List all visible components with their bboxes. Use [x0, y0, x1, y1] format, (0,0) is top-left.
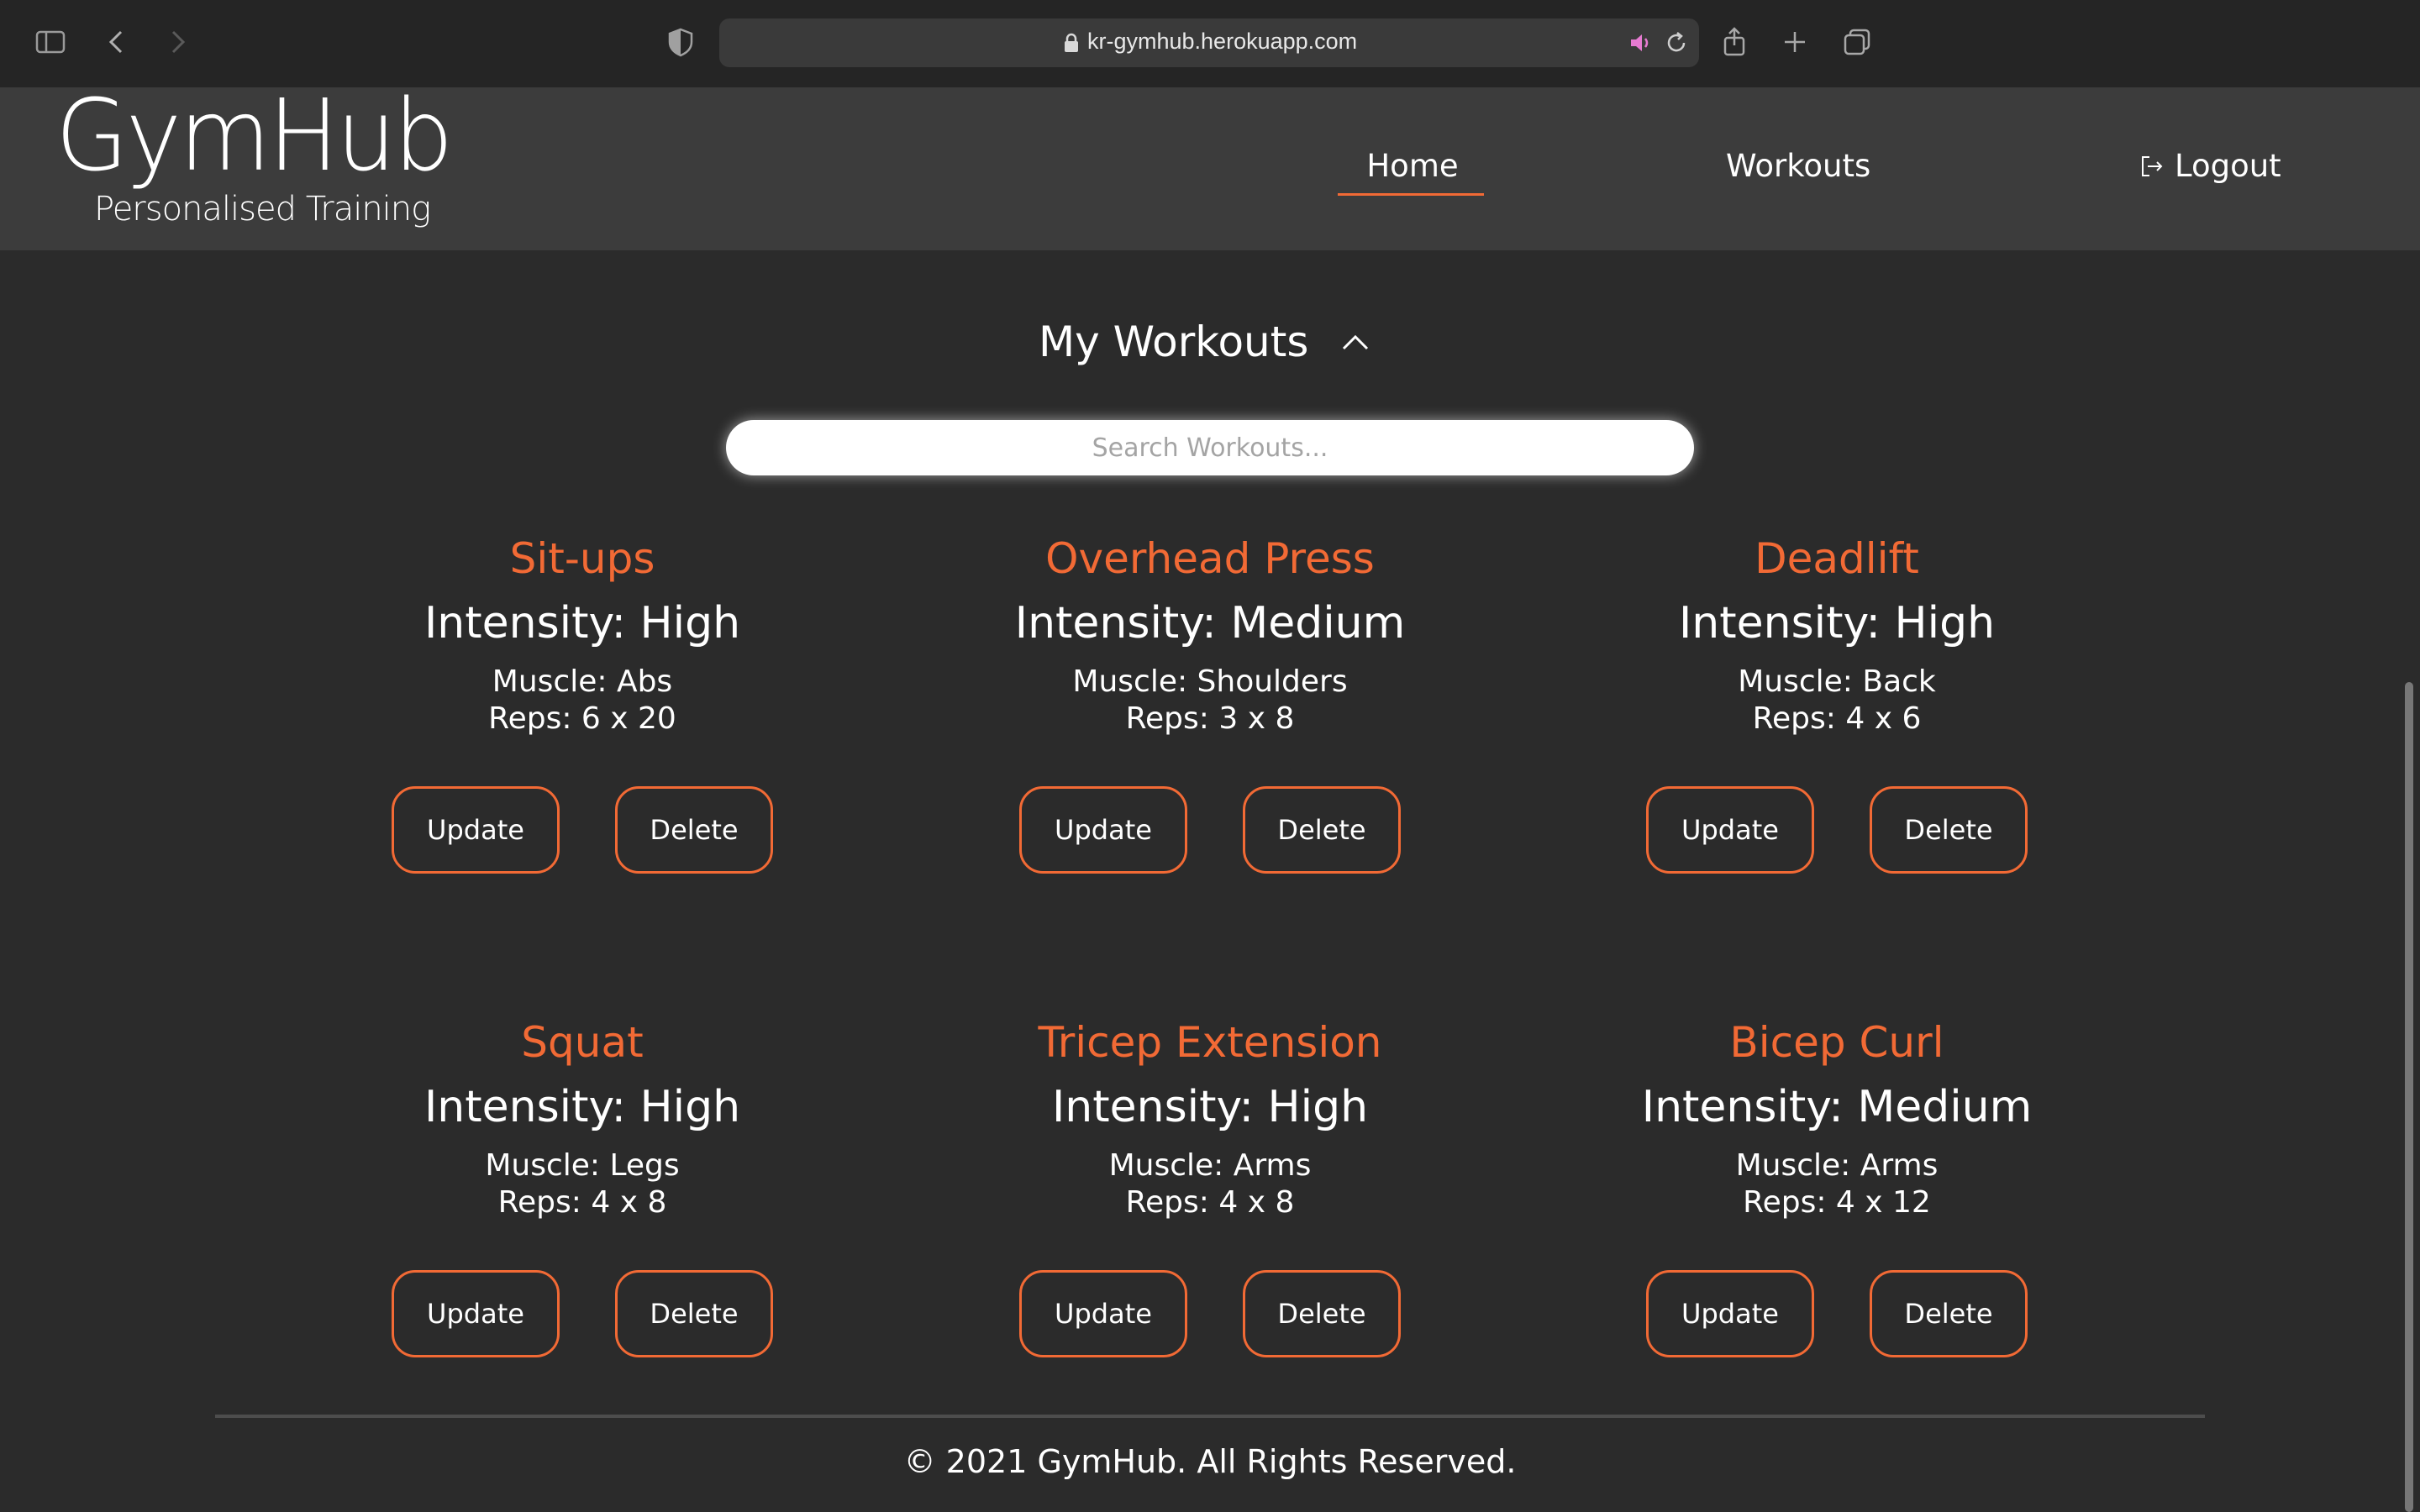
- shield-icon[interactable]: [662, 24, 699, 60]
- workout-muscle: Muscle: Shoulders: [1072, 664, 1348, 699]
- my-workouts-toggle[interactable]: My Workouts: [1039, 318, 1372, 366]
- workout-card: Overhead Press Intensity: Medium Muscle:…: [950, 538, 1470, 738]
- workout-reps: Reps: 4 x 6: [1752, 701, 1922, 736]
- workout-name: Squat: [521, 1018, 644, 1067]
- site-header: GymHub Personalised Training Home Workou…: [0, 87, 2420, 250]
- update-button[interactable]: Update: [1646, 1270, 1814, 1357]
- workout-intensity: Intensity: Medium: [1014, 598, 1406, 648]
- nav-home-underline: [1338, 193, 1484, 196]
- workout-muscle: Muscle: Legs: [485, 1148, 680, 1183]
- update-button[interactable]: Update: [392, 786, 560, 874]
- workout-card: Sit-ups Intensity: High Muscle: Abs Reps…: [322, 538, 843, 738]
- workout-name: Deadlift: [1754, 534, 1919, 583]
- page-scrollbar[interactable]: [2405, 682, 2413, 1512]
- workout-name: Sit-ups: [509, 534, 655, 583]
- workout-name: Overhead Press: [1045, 534, 1375, 583]
- workout-intensity: Intensity: High: [1678, 598, 1996, 648]
- sidebar-icon[interactable]: [32, 24, 69, 60]
- nav-logout-label: Logout: [2175, 148, 2281, 184]
- delete-button[interactable]: Delete: [1243, 786, 1401, 874]
- browser-toolbar: kr-gymhub.herokuapp.com: [0, 0, 2420, 89]
- delete-button[interactable]: Delete: [1870, 1270, 2028, 1357]
- workout-reps: Reps: 6 x 20: [488, 701, 676, 736]
- workout-name: Tricep Extension: [1038, 1018, 1382, 1067]
- update-button[interactable]: Update: [1019, 786, 1187, 874]
- workout-reps: Reps: 3 x 8: [1125, 701, 1295, 736]
- workout-name: Bicep Curl: [1729, 1018, 1944, 1067]
- delete-button[interactable]: Delete: [1243, 1270, 1401, 1357]
- workout-muscle: Muscle: Arms: [1735, 1148, 1939, 1183]
- workout-card: Squat Intensity: High Muscle: Legs Reps:…: [322, 1021, 843, 1221]
- workout-card: Deadlift Intensity: High Muscle: Back Re…: [1576, 538, 2097, 738]
- workout-reps: Reps: 4 x 8: [497, 1185, 667, 1220]
- workout-intensity: Intensity: High: [424, 1082, 741, 1132]
- lock-icon: [1065, 33, 1078, 52]
- delete-button[interactable]: Delete: [1870, 786, 2028, 874]
- new-tab-icon[interactable]: [1776, 24, 1813, 60]
- reload-icon[interactable]: [1662, 29, 1691, 57]
- delete-button[interactable]: Delete: [615, 786, 773, 874]
- workout-card: Bicep Curl Intensity: Medium Muscle: Arm…: [1576, 1021, 2097, 1221]
- update-button[interactable]: Update: [392, 1270, 560, 1357]
- section-title: My Workouts: [1039, 318, 1309, 366]
- update-button[interactable]: Update: [1646, 786, 1814, 874]
- logout-icon: [2142, 155, 2163, 176]
- audio-icon[interactable]: [1627, 29, 1655, 57]
- footer-copyright: © 2021 GymHub. All Rights Reserved.: [903, 1443, 1517, 1480]
- workout-intensity: Intensity: High: [1051, 1082, 1369, 1132]
- share-icon[interactable]: [1716, 24, 1753, 60]
- delete-button[interactable]: Delete: [615, 1270, 773, 1357]
- workout-card: Tricep Extension Intensity: High Muscle:…: [950, 1021, 1470, 1221]
- logo-title[interactable]: GymHub: [55, 87, 453, 186]
- nav-workouts[interactable]: Workouts: [1726, 148, 1870, 184]
- address-bar[interactable]: kr-gymhub.herokuapp.com: [719, 18, 1699, 67]
- nav-logout[interactable]: Logout: [2138, 148, 2281, 184]
- footer-divider: [215, 1415, 2205, 1418]
- workout-intensity: Intensity: High: [424, 598, 741, 648]
- search-input[interactable]: [726, 420, 1694, 475]
- nav-home[interactable]: Home: [1338, 148, 1487, 184]
- workout-muscle: Muscle: Back: [1738, 664, 1936, 699]
- workout-muscle: Muscle: Arms: [1108, 1148, 1312, 1183]
- chevron-up-icon: [1343, 334, 1369, 350]
- workout-reps: Reps: 4 x 8: [1125, 1185, 1295, 1220]
- workout-reps: Reps: 4 x 12: [1743, 1185, 1931, 1220]
- tabs-icon[interactable]: [1839, 24, 1876, 60]
- logo-subtitle: Personalised Training: [94, 190, 431, 228]
- workout-muscle: Muscle: Abs: [492, 664, 673, 699]
- url-text: kr-gymhub.herokuapp.com: [1087, 29, 1358, 54]
- forward-icon[interactable]: [158, 24, 195, 60]
- update-button[interactable]: Update: [1019, 1270, 1187, 1357]
- workout-intensity: Intensity: Medium: [1641, 1082, 2033, 1132]
- back-icon[interactable]: [99, 24, 136, 60]
